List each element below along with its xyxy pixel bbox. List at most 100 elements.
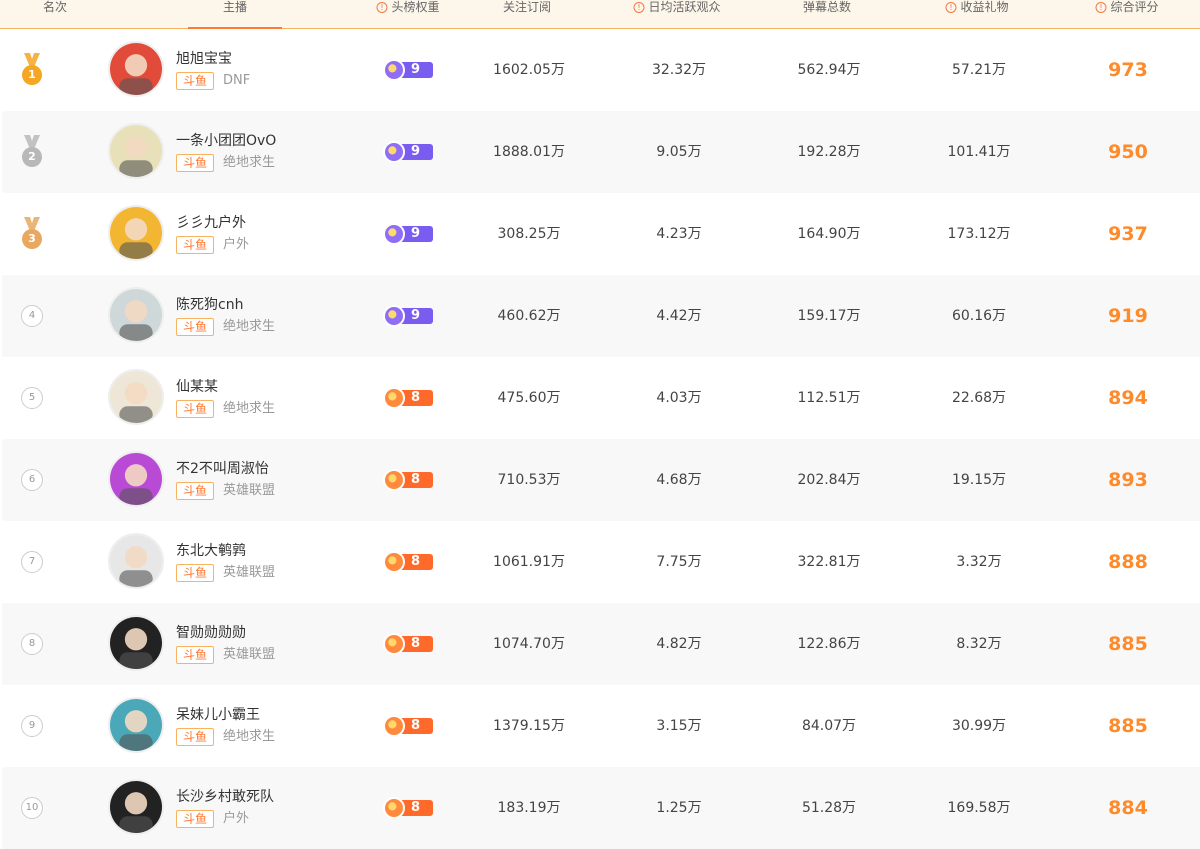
info-icon[interactable]: ! <box>376 2 388 13</box>
daily-viewers-value: 32.32万 <box>651 62 707 78</box>
table-row[interactable]: 4 陈死狗cnh 斗鱼 绝地求生 9 460.62万 4.42万 159.17万 60.16万 9… <box>2 275 1200 357</box>
streamer-name[interactable]: 陈死狗cnh <box>176 294 243 314</box>
platform-tag: 斗鱼 <box>176 236 215 254</box>
followers-value: 1061.91万 <box>493 554 565 570</box>
streamer-name[interactable]: 不2不叫周淑怡 <box>176 458 269 478</box>
daily-viewers-value: 9.05万 <box>656 144 702 160</box>
info-icon[interactable]: ! <box>633 2 645 13</box>
column-header-rank[interactable]: 名次 <box>43 0 67 28</box>
rank-number: 6 <box>21 469 43 491</box>
score-value: 919 <box>1108 305 1148 327</box>
table-row[interactable]: 3 彡彡九户外 斗鱼 户外 9 308.25万 4.23万 164.90万 173.12万 937 <box>2 193 1200 275</box>
crown-gem-icon <box>383 223 405 245</box>
weight-badge: 9 <box>383 305 435 327</box>
avatar[interactable] <box>108 533 164 589</box>
rank-number: 10 <box>21 797 43 819</box>
daily-viewers-value: 7.75万 <box>656 554 702 570</box>
table-row[interactable]: 1 旭旭宝宝 斗鱼 DNF 9 1602.05万 32.32万 562.94万 57.21万 97… <box>2 29 1200 111</box>
crown-gem-icon <box>383 305 405 327</box>
danmaku-value: 51.28万 <box>801 800 857 816</box>
table-row[interactable]: 9 呆妹儿小霸王 斗鱼 绝地求生 8 1379.15万 3.15万 84.07万 30.99万 8… <box>2 685 1200 767</box>
category-label: 绝地求生 <box>223 319 276 334</box>
gifts-value: 169.58万 <box>947 800 1011 816</box>
daily-viewers-value: 4.42万 <box>656 308 702 324</box>
sun-gem-icon <box>383 551 405 573</box>
avatar[interactable] <box>108 451 164 507</box>
avatar[interactable] <box>108 779 164 835</box>
table-header: 名次 主播 ! 头榜权重 关注订阅 ! 日均活跃观众 弹幕总数 ! 收益礼物 ! 综合评… <box>0 0 1200 29</box>
score-value: 885 <box>1108 633 1148 655</box>
rank-number: 5 <box>21 387 43 409</box>
weight-badge: 9 <box>383 223 435 245</box>
score-value: 894 <box>1108 387 1148 409</box>
streamer-name[interactable]: 东北大鹌鹑 <box>176 540 246 560</box>
weight-value: 9 <box>411 62 421 77</box>
platform-tag: 斗鱼 <box>176 810 215 828</box>
daily-viewers-value: 3.15万 <box>656 718 702 734</box>
weight-value: 9 <box>411 226 421 241</box>
avatar[interactable] <box>108 615 164 671</box>
column-header-streamer[interactable]: 主播 <box>223 0 247 28</box>
platform-tag: 斗鱼 <box>176 564 215 582</box>
table-row[interactable]: 2 一条小团团OvO 斗鱼 绝地求生 9 1888.01万 9.05万 192.28万 101.… <box>2 111 1200 193</box>
daily-viewers-value: 4.03万 <box>656 390 702 406</box>
weight-value: 8 <box>411 390 421 405</box>
weight-badge: 8 <box>383 469 435 491</box>
category-label: 绝地求生 <box>223 401 276 416</box>
daily-viewers-value: 4.23万 <box>656 226 702 242</box>
avatar[interactable] <box>108 41 164 97</box>
danmaku-value: 122.86万 <box>797 636 861 652</box>
category-label: 绝地求生 <box>223 729 276 744</box>
rank-number: 7 <box>21 551 43 573</box>
column-header-score[interactable]: ! 综合评分 <box>1095 0 1159 28</box>
score-value: 893 <box>1108 469 1148 491</box>
avatar[interactable] <box>108 697 164 753</box>
avatar[interactable] <box>108 369 164 425</box>
medal-icon: 3 <box>20 217 44 251</box>
streamer-name[interactable]: 彡彡九户外 <box>176 212 246 232</box>
sun-gem-icon <box>383 715 405 737</box>
column-header-daily-viewers[interactable]: ! 日均活跃观众 <box>633 0 721 28</box>
table-row[interactable]: 6 不2不叫周淑怡 斗鱼 英雄联盟 8 710.53万 4.68万 202.84万 19.15万… <box>2 439 1200 521</box>
streamer-name[interactable]: 仙某某 <box>176 376 218 396</box>
weight-value: 9 <box>411 308 421 323</box>
sun-gem-icon <box>383 387 405 409</box>
followers-value: 1888.01万 <box>493 144 565 160</box>
info-icon[interactable]: ! <box>1095 2 1107 13</box>
table-row[interactable]: 5 仙某某 斗鱼 绝地求生 8 475.60万 4.03万 112.51万 22.68万 894 <box>2 357 1200 439</box>
avatar[interactable] <box>108 205 164 261</box>
followers-value: 1602.05万 <box>493 62 565 78</box>
column-header-gifts[interactable]: ! 收益礼物 <box>945 0 1009 28</box>
streamer-name[interactable]: 一条小团团OvO <box>176 130 276 150</box>
table-row[interactable]: 8 智勋勋勋勋 斗鱼 英雄联盟 8 1074.70万 4.82万 122.86万 8.32万 88… <box>2 603 1200 685</box>
score-value: 888 <box>1108 551 1148 573</box>
followers-value: 475.60万 <box>497 390 561 406</box>
gifts-value: 19.15万 <box>951 472 1007 488</box>
streamer-name[interactable]: 旭旭宝宝 <box>176 48 232 68</box>
gifts-value: 3.32万 <box>956 554 1002 570</box>
avatar[interactable] <box>108 287 164 343</box>
info-icon[interactable]: ! <box>945 2 957 13</box>
weight-value: 8 <box>411 718 421 733</box>
rank-badge: 10 <box>21 797 43 819</box>
column-header-weight[interactable]: ! 头榜权重 <box>376 0 440 28</box>
rank-badge: 5 <box>21 387 43 409</box>
medal-icon: 2 <box>20 135 44 169</box>
avatar[interactable] <box>108 123 164 179</box>
category-label: DNF <box>223 73 251 88</box>
column-header-danmaku[interactable]: 弹幕总数 <box>803 0 851 28</box>
danmaku-value: 159.17万 <box>797 308 861 324</box>
category-label: 户外 <box>223 811 250 826</box>
table-row[interactable]: 10 长沙乡村敢死队 斗鱼 户外 8 183.19万 1.25万 51.28万 169.58万 8… <box>2 767 1200 849</box>
streamer-name[interactable]: 呆妹儿小霸王 <box>176 704 260 724</box>
streamer-name[interactable]: 智勋勋勋勋 <box>176 622 246 642</box>
rank-number: 4 <box>21 305 43 327</box>
score-value: 884 <box>1108 797 1148 819</box>
category-label: 英雄联盟 <box>223 483 276 498</box>
column-header-followers[interactable]: 关注订阅 <box>503 0 551 28</box>
category-label: 户外 <box>223 237 250 252</box>
category-label: 英雄联盟 <box>223 565 276 580</box>
danmaku-value: 192.28万 <box>797 144 861 160</box>
table-row[interactable]: 7 东北大鹌鹑 斗鱼 英雄联盟 8 1061.91万 7.75万 322.81万 3.32万 88… <box>2 521 1200 603</box>
streamer-name[interactable]: 长沙乡村敢死队 <box>176 786 274 806</box>
